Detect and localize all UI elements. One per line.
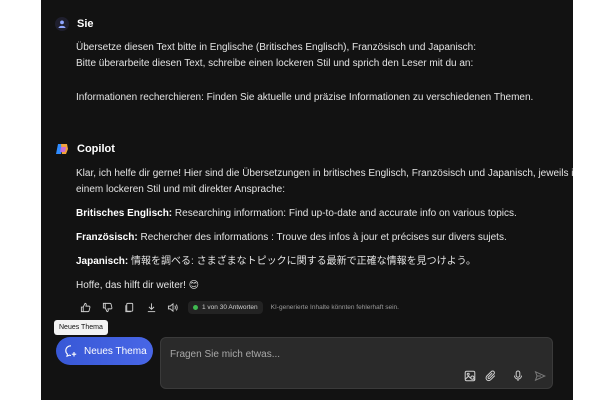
translation-english: Britisches Englisch: Researching informa… (76, 206, 517, 221)
new-topic-button[interactable]: Neues Thema (56, 337, 153, 365)
message-composer (160, 337, 553, 389)
copilot-closing: Hoffe, das hilft dir weiter! 😊 (76, 280, 200, 291)
new-topic-label: Neues Thema (84, 345, 147, 357)
ai-disclaimer: KI-generierte Inhalte könnten fehlerhaft… (270, 303, 399, 311)
user-message-line: Informationen recherchieren: Finden Sie … (76, 92, 534, 103)
user-message-line: Übersetze diesen Text bitte in Englische… (76, 42, 477, 53)
translation-label: Französisch: (76, 232, 138, 243)
image-search-icon[interactable] (463, 369, 477, 383)
thumbs-down-icon[interactable] (100, 300, 114, 314)
copilot-message-header: Copilot (55, 142, 115, 156)
translation-label: Britisches Englisch: (76, 208, 173, 219)
copy-icon[interactable] (122, 300, 136, 314)
translation-japanese: Japanisch: 情報を調べる: さまざまなトピックに関する最新で正確な情報… (76, 254, 476, 269)
message-actions: 1 von 30 Antworten KI-generierte Inhalte… (78, 300, 399, 314)
new-topic-tooltip: Neues Thema (54, 320, 108, 335)
user-message-line: Bitte überarbeite diesen Text, schreibe … (76, 58, 474, 69)
copilot-sender-name: Copilot (77, 143, 115, 155)
copilot-intro-line: Klar, ich helfe dir gerne! Hier sind die… (76, 168, 573, 179)
message-input[interactable] (170, 347, 470, 361)
copilot-logo-icon (55, 142, 69, 156)
translation-text: Researching information: Find up-to-date… (172, 208, 517, 219)
user-message-header: Sie (55, 17, 94, 31)
user-sender-name: Sie (77, 18, 94, 30)
new-chat-icon (64, 344, 78, 358)
translation-text: 情報を調べる: さまざまなトピックに関する最新で正確な情報を見つけよう。 (128, 256, 476, 267)
translation-label: Japanisch: (76, 256, 129, 267)
user-avatar-icon (55, 17, 69, 31)
chat-window: Sie Übersetze diesen Text bitte in Engli… (41, 0, 573, 400)
thumbs-up-icon[interactable] (78, 300, 92, 314)
attachment-icon[interactable] (484, 369, 498, 383)
answers-count-text: 1 von 30 Antworten (202, 303, 258, 311)
translation-french: Französisch: Rechercher des informations… (76, 230, 507, 245)
copilot-intro-line: einem lockeren Stil und mit direkter Ans… (76, 184, 285, 195)
speaker-icon[interactable] (166, 300, 180, 314)
status-dot-icon (193, 304, 198, 310)
microphone-icon[interactable] (511, 369, 525, 383)
translation-text: Rechercher des informations : Trouve des… (137, 232, 507, 243)
download-icon[interactable] (144, 300, 158, 314)
send-icon[interactable] (533, 369, 547, 383)
answers-count-badge: 1 von 30 Antworten (188, 300, 263, 314)
